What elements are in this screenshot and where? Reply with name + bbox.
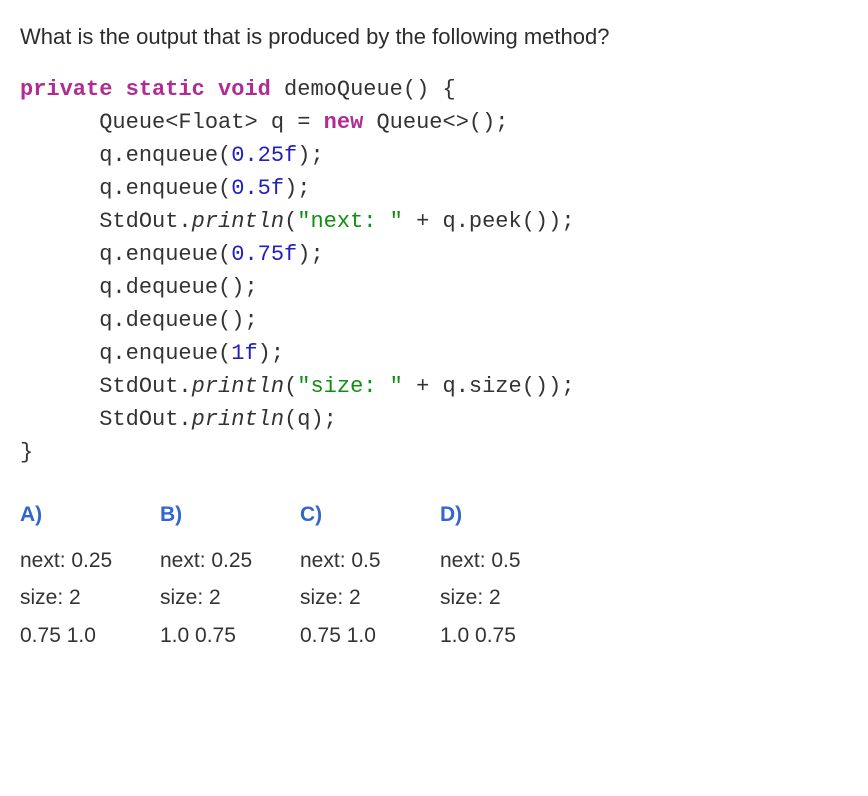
- answer-cell: next: 0.25: [20, 545, 160, 577]
- option-c-label[interactable]: C): [300, 499, 440, 531]
- option-a-label[interactable]: A): [20, 499, 160, 531]
- code-text: q.dequeue();: [99, 275, 257, 300]
- code-block: private static void demoQueue() { Queue<…: [20, 73, 848, 469]
- answer-cell: size: 2: [440, 582, 580, 614]
- code-text: q.enqueue(: [99, 176, 231, 201]
- code-text: }: [20, 440, 33, 465]
- answers-row-1: next: 0.25 next: 0.25 next: 0.5 next: 0.…: [20, 545, 848, 577]
- number-literal: 0.5f: [231, 176, 284, 201]
- code-text: StdOut.: [99, 407, 191, 432]
- keyword: void: [218, 77, 271, 102]
- code-text: =: [297, 110, 323, 135]
- code-text: + q.peek());: [403, 209, 575, 234]
- method-call: println: [192, 209, 284, 234]
- answer-cell: next: 0.25: [160, 545, 300, 577]
- number-literal: 1f: [231, 341, 257, 366]
- code-text: Queue<Float>: [99, 110, 257, 135]
- method-call: println: [192, 407, 284, 432]
- string-literal: "next: ": [297, 209, 403, 234]
- code-text: StdOut.: [99, 209, 191, 234]
- code-text: );: [258, 341, 284, 366]
- code-text: (q);: [284, 407, 337, 432]
- question-text: What is the output that is produced by t…: [20, 20, 848, 53]
- answer-cell: size: 2: [160, 582, 300, 614]
- code-text: + q.size());: [403, 374, 575, 399]
- code-text: );: [284, 176, 310, 201]
- answer-cell: size: 2: [300, 582, 440, 614]
- keyword: private: [20, 77, 112, 102]
- code-text: demoQueue() {: [271, 77, 456, 102]
- number-literal: 0.25f: [231, 143, 297, 168]
- option-d-label[interactable]: D): [440, 499, 580, 531]
- answers-row-2: size: 2 size: 2 size: 2 size: 2: [20, 582, 848, 614]
- string-literal: "size: ": [297, 374, 403, 399]
- keyword: static: [126, 77, 205, 102]
- code-text: q.enqueue(: [99, 143, 231, 168]
- code-text: );: [297, 242, 323, 267]
- answer-cell: 1.0 0.75: [440, 620, 580, 652]
- answer-cell: 0.75 1.0: [300, 620, 440, 652]
- code-text: (: [284, 209, 297, 234]
- code-text: );: [297, 143, 323, 168]
- options-header-row: A) B) C) D): [20, 499, 848, 531]
- method-call: println: [192, 374, 284, 399]
- code-text: q: [258, 110, 298, 135]
- option-b-label[interactable]: B): [160, 499, 300, 531]
- code-text: q.enqueue(: [99, 341, 231, 366]
- keyword: new: [324, 110, 364, 135]
- code-text: q.enqueue(: [99, 242, 231, 267]
- code-text: q.dequeue();: [99, 308, 257, 333]
- answer-cell: 1.0 0.75: [160, 620, 300, 652]
- code-text: StdOut.: [99, 374, 191, 399]
- number-literal: 0.75f: [231, 242, 297, 267]
- answers-row-3: 0.75 1.0 1.0 0.75 0.75 1.0 1.0 0.75: [20, 620, 848, 652]
- answer-cell: size: 2: [20, 582, 160, 614]
- answer-cell: next: 0.5: [440, 545, 580, 577]
- code-text: (: [284, 374, 297, 399]
- code-text: Queue<>();: [363, 110, 508, 135]
- answer-cell: 0.75 1.0: [20, 620, 160, 652]
- answer-cell: next: 0.5: [300, 545, 440, 577]
